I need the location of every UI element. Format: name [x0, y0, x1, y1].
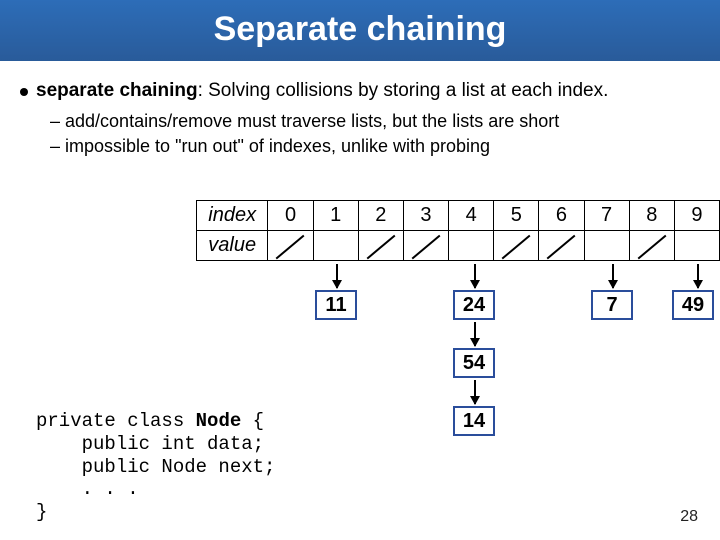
- index-cell: 1: [313, 201, 358, 231]
- value-cell: [449, 231, 494, 261]
- chain-node: 49: [672, 290, 714, 320]
- index-cell: 9: [674, 201, 719, 231]
- arrow-icon: [474, 322, 476, 346]
- page-number: 28: [680, 508, 698, 526]
- bullet-dot-icon: [20, 88, 28, 96]
- code-snippet: private class Node { public int data; pu…: [36, 410, 275, 524]
- code-line: private class: [36, 410, 196, 432]
- code-line: public int data;: [36, 433, 264, 455]
- null-slash-icon: [539, 231, 583, 260]
- index-cell: 5: [494, 201, 539, 231]
- dash-item: add/contains/remove must traverse lists,…: [50, 109, 702, 133]
- index-cell: 8: [629, 201, 674, 231]
- bullet-rest: : Solving collisions by storing a list a…: [198, 80, 609, 101]
- value-cell: [313, 231, 358, 261]
- value-cell: [629, 231, 674, 261]
- index-cell: 2: [358, 201, 403, 231]
- index-cell: 4: [449, 201, 494, 231]
- null-slash-icon: [630, 231, 674, 260]
- chain-node: 11: [315, 290, 357, 320]
- null-slash-icon: [268, 231, 312, 260]
- null-slash-icon: [404, 231, 448, 260]
- chain-node: 54: [453, 348, 495, 378]
- chain-node: 24: [453, 290, 495, 320]
- arrow-icon: [474, 264, 476, 288]
- arrow-icon: [474, 380, 476, 404]
- code-line: public Node next;: [36, 456, 275, 478]
- value-cell: [358, 231, 403, 261]
- index-cell: 7: [584, 201, 629, 231]
- bullet-text: separate chaining: Solving collisions by…: [36, 79, 608, 103]
- code-line: }: [36, 501, 47, 523]
- arrow-icon: [697, 264, 699, 288]
- chain-node: 14: [453, 406, 495, 436]
- chain-node: 7: [591, 290, 633, 320]
- slide-title: Separate chaining: [0, 0, 720, 67]
- value-cell: [268, 231, 313, 261]
- value-cell: [584, 231, 629, 261]
- value-row: value: [197, 231, 720, 261]
- dash-item: impossible to "run out" of indexes, unli…: [50, 134, 702, 158]
- null-slash-icon: [359, 231, 403, 260]
- index-row: index 0 1 2 3 4 5 6 7 8 9: [197, 201, 720, 231]
- main-bullet: separate chaining: Solving collisions by…: [18, 79, 702, 103]
- arrow-icon: [336, 264, 338, 288]
- term: separate chaining: [36, 80, 198, 101]
- value-cell: [539, 231, 584, 261]
- value-label: value: [197, 231, 268, 261]
- value-cell: [403, 231, 448, 261]
- dash-list: add/contains/remove must traverse lists,…: [50, 109, 702, 158]
- value-cell: [494, 231, 539, 261]
- index-cell: 3: [403, 201, 448, 231]
- null-slash-icon: [494, 231, 538, 260]
- hash-table: index 0 1 2 3 4 5 6 7 8 9 value: [196, 200, 720, 261]
- index-label: index: [197, 201, 268, 231]
- arrow-icon: [612, 264, 614, 288]
- index-cell: 6: [539, 201, 584, 231]
- index-cell: 0: [268, 201, 313, 231]
- code-classname: Node: [196, 410, 242, 432]
- code-line: {: [241, 410, 264, 432]
- value-cell: [674, 231, 719, 261]
- code-line: . . .: [36, 478, 139, 500]
